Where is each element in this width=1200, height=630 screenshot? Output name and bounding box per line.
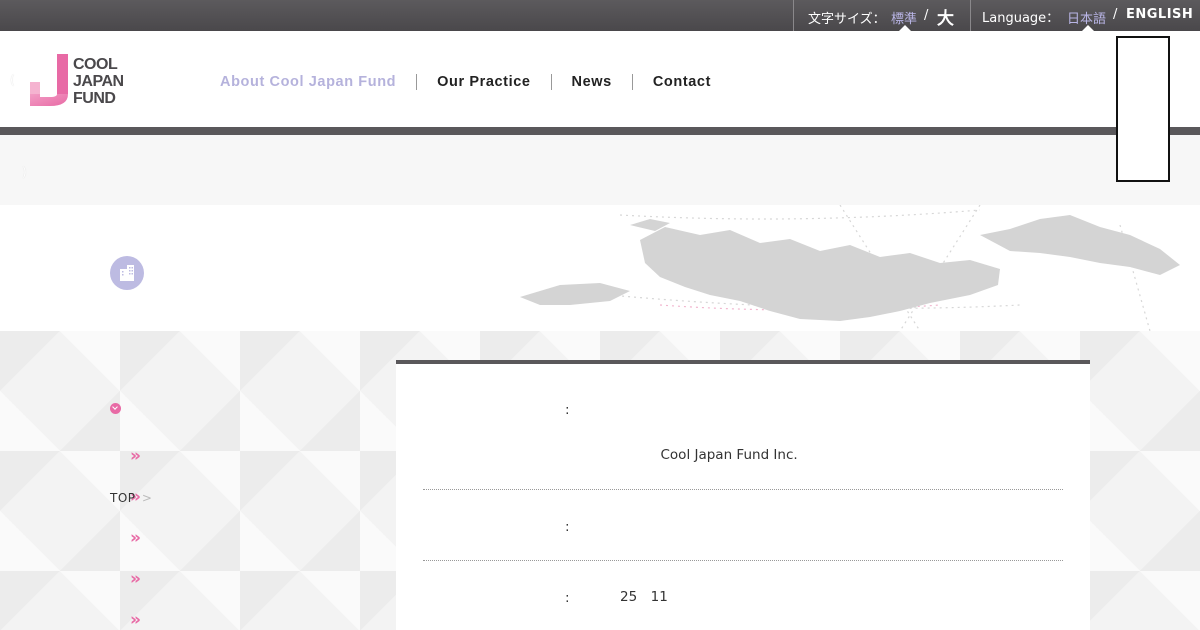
- profile-value: 25 11: [593, 586, 681, 609]
- profile-colon: :: [565, 590, 570, 606]
- header-band: ): [0, 135, 1200, 205]
- logo-j-mark-icon: [30, 54, 68, 106]
- logo-word: FUND: [73, 90, 116, 107]
- breadcrumb-separator: >: [141, 491, 153, 505]
- sidebar-item[interactable]: »: [130, 610, 230, 630]
- breadcrumb-top-link[interactable]: TOP: [110, 491, 136, 505]
- profile-key: [423, 402, 450, 422]
- sidebar-item-label: [149, 446, 284, 466]
- sidebar-item-label: [149, 610, 230, 630]
- sidebar-title: [128, 396, 349, 421]
- profile-value: [593, 515, 769, 538]
- double-chevron-right-icon: »: [130, 610, 141, 630]
- logo-word: COOL: [73, 56, 118, 73]
- skip-link[interactable]: ): [10, 163, 27, 180]
- main-nav: About Cool Japan Fund Our Practice News …: [220, 71, 731, 93]
- double-chevron-right-icon: »: [130, 446, 141, 466]
- page-hero: [0, 205, 1200, 331]
- profile-value: Cool Japan Fund Inc.: [593, 398, 850, 467]
- profile-value-line: Cool Japan Fund Inc.: [593, 447, 798, 463]
- site-header: ( COOL JAPAN FUND About Cool Japan Fund …: [0, 31, 1200, 123]
- profile-value-line: [593, 398, 850, 421]
- profile-value-line: [593, 421, 850, 444]
- profile-row: :: [423, 490, 1063, 561]
- profile-value-line: 25 11: [593, 589, 682, 605]
- breadcrumb: TOP >: [110, 491, 152, 505]
- profile-key: [423, 519, 464, 539]
- profile-value-line: [593, 515, 769, 538]
- double-chevron-right-icon: »: [130, 569, 141, 589]
- sidebar-item-label: [149, 528, 203, 548]
- menu-toggle-box[interactable]: [1116, 36, 1170, 182]
- chevron-down-icon: [110, 403, 121, 414]
- building-icon: [110, 256, 144, 290]
- sidebar-item-label: [149, 487, 190, 507]
- font-size-separator: /: [924, 8, 929, 23]
- logo-wordmark: COOL JAPAN FUND: [73, 56, 124, 107]
- nav-news[interactable]: News: [550, 74, 632, 90]
- profile-row: : Cool Japan Fund Inc.: [423, 398, 1063, 490]
- language-label: Language：: [982, 11, 1060, 26]
- cool-japan-fund-logo[interactable]: COOL JAPAN FUND: [28, 54, 128, 110]
- profile-key: [423, 590, 450, 610]
- world-map-decoration-icon: [520, 205, 1180, 331]
- language-switcher: Language： 日本語 / ENGLISH: [970, 0, 1200, 31]
- profile-colon: :: [565, 402, 570, 418]
- double-chevron-right-icon: »: [130, 528, 141, 548]
- sidebar-item-label: [149, 569, 284, 589]
- nav-our-practice[interactable]: Our Practice: [416, 74, 550, 90]
- language-separator: /: [1113, 7, 1118, 22]
- profile-colon: :: [565, 519, 570, 535]
- sidebar-heading: [110, 396, 349, 421]
- header-divider: [0, 127, 1200, 135]
- nav-about[interactable]: About Cool Japan Fund: [220, 74, 416, 90]
- site-name: [10, 8, 75, 27]
- language-en-link[interactable]: ENGLISH: [1126, 7, 1193, 22]
- sidebar-item-active[interactable]: »: [130, 528, 203, 548]
- profile-row: : 25 11: [423, 561, 1063, 630]
- sidebar-item[interactable]: »: [130, 569, 284, 589]
- skip-link[interactable]: [10, 133, 58, 150]
- font-size-label: 文字サイズ：: [808, 12, 886, 27]
- font-size-switcher: 文字サイズ： 標準 / 大: [793, 0, 970, 31]
- sidebar-item[interactable]: »: [130, 446, 284, 466]
- nav-contact[interactable]: Contact: [631, 74, 731, 90]
- logo-word: JAPAN: [73, 73, 124, 90]
- utility-bar: 文字サイズ： 標準 / 大 Language： 日本語 / ENGLISH: [0, 0, 1200, 31]
- font-size-large-link[interactable]: 大: [937, 4, 954, 29]
- company-profile-panel: : Cool Japan Fund Inc. : : 25 11: [396, 360, 1090, 630]
